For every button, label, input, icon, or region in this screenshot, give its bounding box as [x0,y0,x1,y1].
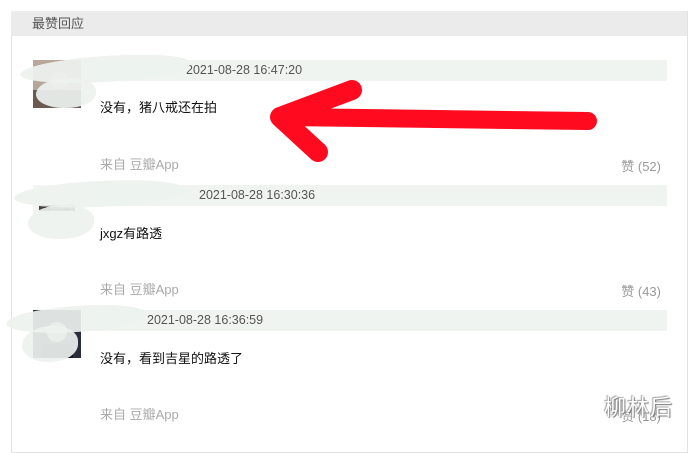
section-header: 最赞回应 [11,11,687,36]
comment-source[interactable]: 来自 豆瓣App [100,282,179,298]
redaction-smudge [22,326,78,362]
like-button[interactable]: 赞 (18) [621,409,661,425]
redaction-smudge [28,205,94,239]
like-button[interactable]: 赞 (52) [621,159,661,175]
comment-meta-bar: 2021-08-28 16:36:59 [95,310,667,331]
comment-time: 2021-08-28 16:30:36 [199,188,316,202]
comment-time: 2021-08-28 16:47:20 [186,63,303,77]
comment-source[interactable]: 来自 豆瓣App [100,407,179,423]
like-button[interactable]: 赞 (43) [621,284,661,300]
comment-text: 没有，看到吉星的路透了 [100,351,244,366]
comment-text: 没有，猪八戒还在拍 [100,100,218,115]
section-title: 最赞回应 [32,16,85,31]
redaction-smudge [36,78,96,108]
comment-text: jxgz有路透 [100,226,163,241]
comment-time: 2021-08-28 16:36:59 [147,313,264,327]
comment-source[interactable]: 来自 豆瓣App [100,157,179,173]
